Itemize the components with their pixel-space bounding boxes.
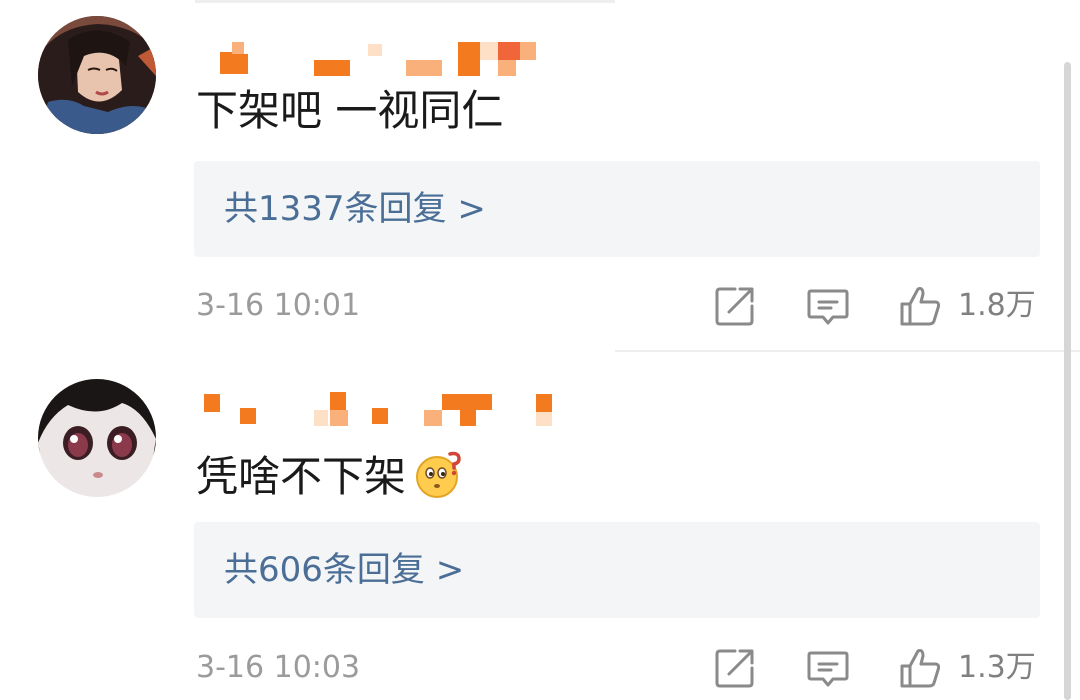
comment-item: 下架吧 一视同仁 共1337条回复 > 3-16 10:01 1.8万 (0, 0, 1080, 352)
comment-meta-row: 3-16 10:03 1.3万 (0, 642, 1080, 692)
comment-icon[interactable] (806, 284, 850, 328)
share-icon[interactable] (713, 284, 757, 328)
view-replies-link[interactable]: 共606条回复 > (224, 545, 464, 595)
timestamp: 3-16 10:03 (196, 650, 361, 685)
username-redacted[interactable] (196, 38, 566, 78)
comment-item: 凭啥不下架 共606条回复 > 3-16 10:03 1.3万 (0, 352, 1080, 700)
share-icon[interactable] (713, 646, 757, 690)
like-count: 1.8万 (958, 288, 1036, 323)
reply-preview-box[interactable]: 共1337条回复 > (194, 161, 1040, 257)
scrollbar[interactable] (1064, 62, 1071, 700)
comment-text: 下架吧 一视同仁 (196, 86, 504, 135)
view-replies-link[interactable]: 共1337条回复 > (224, 184, 486, 234)
thumbs-up-icon[interactable] (898, 284, 942, 328)
thumbs-up-icon[interactable] (898, 646, 942, 690)
avatar[interactable] (38, 379, 156, 497)
reply-preview-box[interactable]: 共606条回复 > (194, 522, 1040, 618)
thinking-emoji-icon (414, 449, 464, 499)
comment-meta-row: 3-16 10:01 1.8万 (0, 280, 1080, 330)
avatar[interactable] (38, 16, 156, 134)
comment-icon[interactable] (806, 646, 850, 690)
comment-text-content: 凭啥不下架 (196, 452, 407, 501)
like-count: 1.3万 (958, 650, 1036, 685)
username-redacted[interactable] (196, 388, 566, 428)
timestamp: 3-16 10:01 (196, 288, 361, 323)
comment-text: 凭啥不下架 (196, 449, 464, 502)
